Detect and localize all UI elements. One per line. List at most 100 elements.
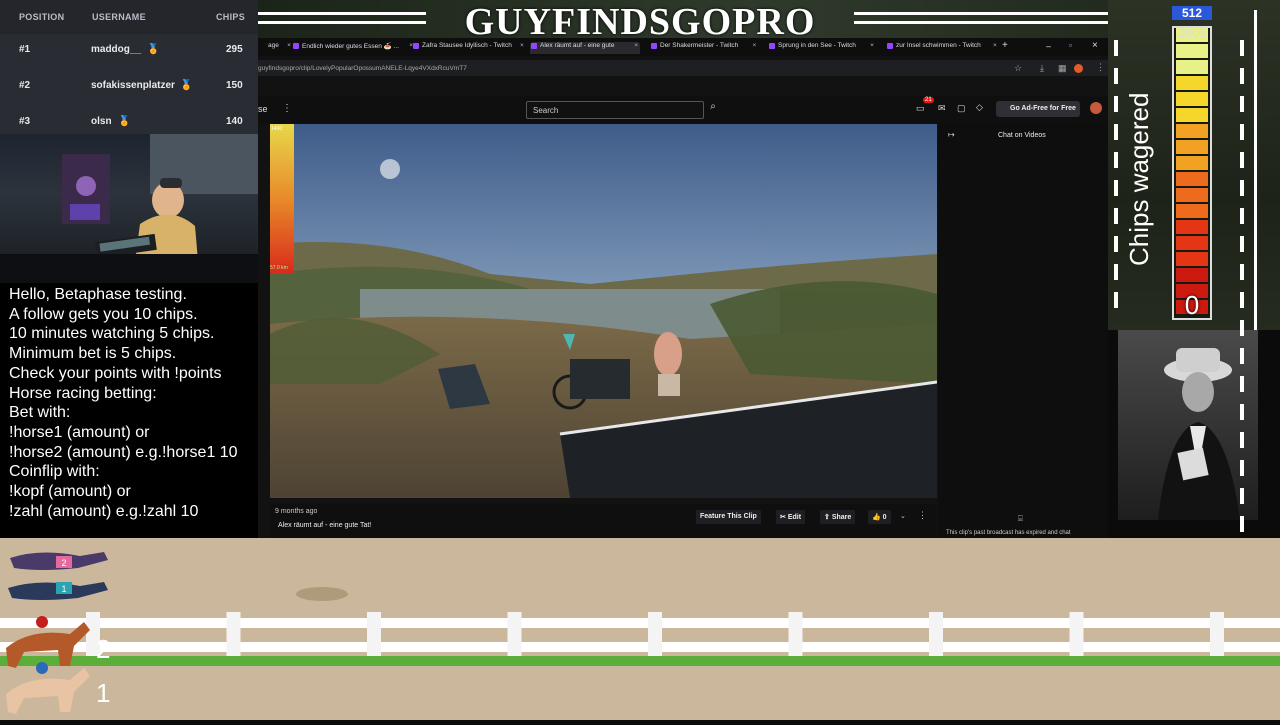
meter-segment — [1176, 252, 1208, 266]
row-chips: 140 — [226, 116, 243, 127]
meter-segment — [1176, 156, 1208, 170]
row-position: #2 — [19, 80, 31, 91]
info-line: !horse1 (amount) or — [9, 423, 150, 441]
overlay-bottom-value: 57.0 km — [270, 265, 288, 271]
info-line: !zahl (amount) e.g.!zahl 10 — [9, 502, 199, 520]
meter-current-value: 0 — [1184, 290, 1200, 320]
row-position: #1 — [19, 44, 31, 55]
chevron-down-icon[interactable]: ⌄ — [900, 512, 906, 520]
bookmark-star-icon[interactable]: ☆ — [1014, 63, 1022, 74]
fence-post — [367, 612, 381, 660]
more-options-icon[interactable]: ⋮ — [918, 510, 927, 521]
collapse-chat-icon[interactable]: ↦ — [948, 130, 955, 139]
tab-label: zur Insel schwimmen - Twitch — [896, 42, 981, 49]
meter-segment — [1176, 188, 1208, 202]
close-icon[interactable]: × — [993, 42, 997, 49]
leaderboard-header: POSITION USERNAME CHIPS — [0, 0, 258, 34]
browser-tab[interactable]: Zafra Stausee Idyllisch - Twitch × — [412, 42, 524, 54]
browser-tab-active[interactable]: Alex räumt auf - eine gute × — [530, 42, 640, 54]
new-tab-button[interactable]: + — [1002, 40, 1008, 51]
inbox-icon[interactable]: ✉ — [938, 103, 946, 114]
race-scene: 2 1 2 1 — [0, 552, 1280, 714]
close-window-icon[interactable]: × — [1092, 40, 1098, 51]
clip-age: 9 months ago — [275, 508, 318, 515]
minimize-icon[interactable]: – — [1046, 41, 1051, 51]
info-line: Bet with: — [9, 404, 71, 422]
ad-free-button[interactable]: Go Ad-Free for Free — [996, 101, 1080, 117]
search-icon[interactable]: ⌕ — [706, 101, 720, 119]
like-button[interactable]: 👍 0 — [868, 510, 891, 524]
close-icon[interactable]: × — [870, 42, 874, 49]
meter-segment — [1176, 236, 1208, 250]
more-options-icon[interactable]: ⋮ — [282, 103, 292, 114]
menu-dots-icon[interactable]: ⋮ — [1096, 62, 1105, 73]
notifications-icon[interactable]: ▭ — [916, 103, 925, 114]
avatar[interactable] — [1090, 102, 1102, 114]
scissors-icon: ✂ — [780, 514, 788, 521]
username-header: USERNAME — [92, 12, 146, 22]
browser-tab[interactable]: zur Insel schwimmen - Twitch × — [886, 42, 997, 54]
address-bar[interactable]: guyfindsgopro/clip/LovelyPopularOpossumA… — [258, 60, 1108, 76]
tab-label: Endlich wieder gutes Essen 🍝 ... — [302, 43, 399, 50]
meter-segment — [1176, 92, 1208, 106]
twitch-icon — [531, 43, 537, 49]
chips-meter: 512 2000 0 — [1172, 6, 1212, 320]
close-icon[interactable]: × — [634, 42, 638, 49]
horse-2: 1 — [6, 662, 110, 714]
medal-icon: 🏅 — [147, 44, 160, 55]
info-line: Minimum bet is 5 chips. — [9, 345, 177, 363]
browser-tab[interactable]: age × — [258, 42, 291, 54]
position-header: POSITION — [19, 12, 65, 22]
edit-button[interactable]: ✂ Edit — [776, 510, 806, 524]
leaderboard: POSITION USERNAME CHIPS #1 maddog__ 🏅 29… — [0, 0, 258, 138]
feature-clip-button[interactable]: Feature This Clip — [696, 510, 761, 524]
fence-post — [507, 612, 522, 660]
fence-post — [788, 612, 803, 660]
leaderboard-row: #2 sofakissenplatzer 🏅 150 — [0, 68, 258, 104]
browser-tab[interactable]: Der Shakermeister - Twitch × — [650, 42, 756, 54]
fence-post — [929, 612, 943, 660]
fence-post — [1069, 612, 1084, 660]
meter-segments — [1176, 28, 1208, 318]
info-line: !horse2 (amount) e.g.!horse1 10 — [9, 443, 238, 461]
meter-segment — [1176, 220, 1208, 234]
url-text: guyfindsgopro/clip/LovelyPopularOpossumA… — [258, 65, 467, 72]
browser-window: age × Endlich wieder gutes Essen 🍝 ... × Z… — [258, 38, 1108, 538]
share-icon: ⇪ — [824, 514, 832, 521]
meter-segment — [1176, 76, 1208, 90]
whispers-icon[interactable]: ▢ — [957, 103, 966, 114]
info-line: Horse racing betting: — [9, 384, 157, 402]
search-input[interactable]: Search — [526, 101, 704, 119]
info-line: 10 minutes watching 5 chips. — [9, 325, 215, 343]
dash-line — [1240, 320, 1244, 536]
close-icon[interactable]: × — [287, 42, 291, 49]
ad-free-label: Go Ad-Free for Free — [1010, 105, 1076, 112]
restore-icon[interactable]: ▫ — [1069, 41, 1072, 50]
vintage-photo-figure — [1158, 348, 1240, 520]
extension-icon[interactable]: ▦ — [1058, 63, 1067, 74]
search-placeholder: Search — [533, 106, 559, 115]
video-player[interactable]: 1400 57.0 km — [270, 124, 937, 498]
close-icon[interactable]: × — [752, 42, 756, 49]
info-line: !kopf (amount) or — [9, 483, 131, 501]
share-button[interactable]: ⇪ Share — [820, 510, 856, 524]
dog-number: 1 — [61, 584, 66, 594]
overlay-top-value: 1400 — [271, 126, 283, 132]
tab-label: Zafra Stausee Idyllisch - Twitch — [422, 42, 512, 49]
browser-tab[interactable]: Sprung in den See - Twitch × — [768, 42, 874, 54]
medal-icon: 🏅 — [180, 80, 193, 91]
dog-1: 2 — [10, 552, 108, 570]
medal-icon: 🏅 — [118, 116, 131, 127]
thumbs-up-icon: 👍 — [872, 514, 883, 521]
meter-segment — [1176, 268, 1208, 282]
prime-icon[interactable]: ◇ — [976, 102, 983, 113]
info-line: Coinflip with: — [9, 463, 100, 481]
meter-segment — [1176, 140, 1208, 154]
row-username: maddog__ — [91, 44, 142, 55]
profile-icon[interactable] — [1074, 64, 1083, 73]
twitch-icon — [293, 43, 299, 49]
close-icon[interactable]: × — [520, 42, 524, 49]
meter-segment — [1176, 124, 1208, 138]
browser-tab[interactable]: Endlich wieder gutes Essen 🍝 ... × — [292, 42, 413, 54]
download-icon[interactable]: ⤓ — [1040, 63, 1044, 74]
